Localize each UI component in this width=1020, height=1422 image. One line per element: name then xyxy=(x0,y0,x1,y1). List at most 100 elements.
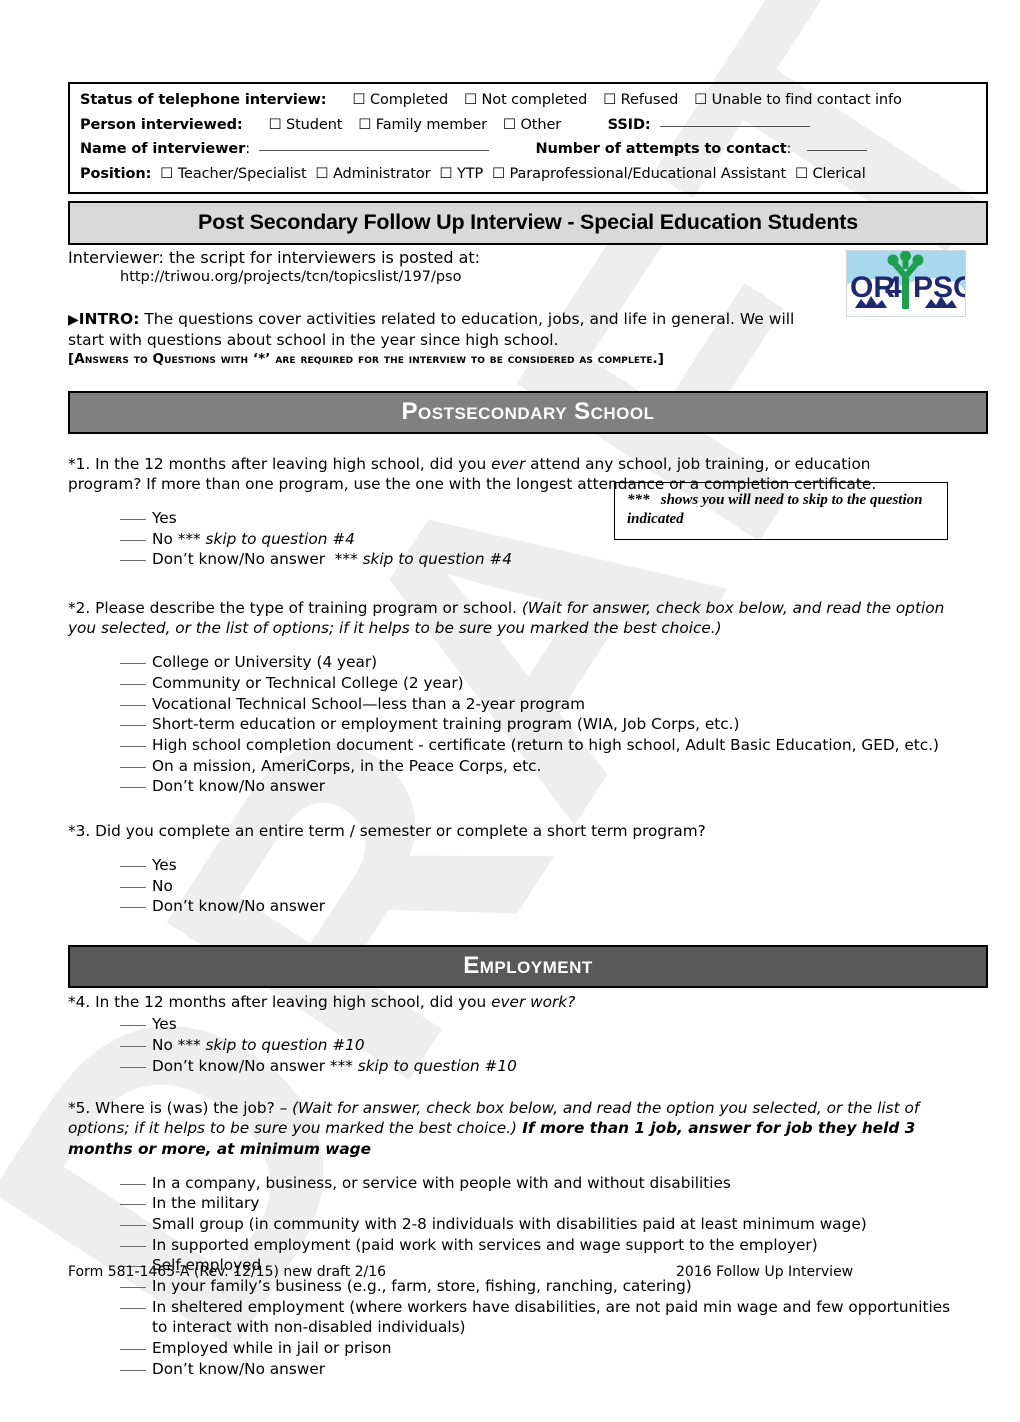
checkbox-icon[interactable]: ☐ xyxy=(492,166,505,182)
checkbox-icon[interactable]: ☐ xyxy=(694,92,707,108)
option-label: Vocational Technical School—less than a … xyxy=(152,694,585,713)
q4-text-emphasis: ever work? xyxy=(491,993,576,1012)
footer-form-number: Form 581-1465-A (Rev. 12/15) new draft 2… xyxy=(68,1264,387,1280)
checkbox-icon[interactable]: ☐ xyxy=(316,166,329,182)
position-option-administrator[interactable]: Administrator xyxy=(333,166,431,182)
option-row[interactable]: In supported employment (paid work with … xyxy=(120,1235,988,1256)
checkbox-icon[interactable]: ☐ xyxy=(795,166,808,182)
q2-text-pre: *2. Please describe the type of training… xyxy=(68,598,522,617)
option-row[interactable]: Vocational Technical School—less than a … xyxy=(120,694,988,715)
option-row[interactable]: High school completion document - certif… xyxy=(120,735,988,756)
option-label: Small group (in community with 2-8 indiv… xyxy=(152,1215,867,1234)
option-row[interactable]: Don’t know/No answer xyxy=(120,1359,988,1380)
answer-blank[interactable] xyxy=(120,519,146,521)
option-row[interactable]: No *** skip to question #10 xyxy=(120,1035,988,1056)
answer-blank[interactable] xyxy=(120,745,146,747)
answer-blank[interactable] xyxy=(120,704,146,706)
answer-blank[interactable] xyxy=(120,684,146,686)
required-answers-note: [Answers to Questions with ‘*’ are requi… xyxy=(68,350,665,367)
answer-blank[interactable] xyxy=(120,1307,146,1309)
status-option-unable[interactable]: Unable to find contact info xyxy=(712,92,902,108)
answer-blank[interactable] xyxy=(120,1369,146,1371)
answer-blank[interactable] xyxy=(120,1045,146,1047)
ssid-input[interactable] xyxy=(659,125,810,127)
answer-blank[interactable] xyxy=(120,787,146,789)
question-3-options: Yes No Don’t know/No answer xyxy=(68,855,988,917)
attempts-colon: : xyxy=(786,141,792,157)
option-label: Don’t know/No answer xyxy=(152,550,326,569)
position-option-paraprofessional[interactable]: Paraprofessional/Educational Assistant xyxy=(510,166,787,182)
checkbox-icon[interactable]: ☐ xyxy=(353,92,366,108)
option-row[interactable]: Short-term education or employment train… xyxy=(120,714,988,735)
position-option-clerical[interactable]: Clerical xyxy=(813,166,866,182)
checkbox-icon[interactable]: ☐ xyxy=(464,92,477,108)
checkbox-icon[interactable]: ☐ xyxy=(440,166,453,182)
attempts-label: Number of attempts to contact xyxy=(535,141,787,157)
answer-blank[interactable] xyxy=(120,663,146,665)
option-row[interactable]: Don’t know/No answer *** skip to questio… xyxy=(120,1056,988,1077)
answer-blank[interactable] xyxy=(120,1349,146,1351)
skip-legend-text: shows you will need to skip to the quest… xyxy=(627,491,923,528)
person-option-other[interactable]: Other xyxy=(520,117,561,133)
option-row[interactable]: In sheltered employment (where workers h… xyxy=(120,1297,988,1318)
option-row[interactable]: On a mission, AmeriCorps, in the Peace C… xyxy=(120,756,988,777)
question-3-text: *3. Did you complete an entire term / se… xyxy=(68,821,706,840)
status-row-position: Position: ☐ Teacher/Specialist ☐ Administr… xyxy=(80,164,976,185)
or4pso-logo-svg: OR 4 PSO xyxy=(847,251,965,316)
option-label: Yes xyxy=(152,509,177,528)
answer-blank[interactable] xyxy=(120,1204,146,1206)
option-row[interactable]: In the military xyxy=(120,1193,988,1214)
checkbox-icon[interactable]: ☐ xyxy=(160,166,173,182)
answer-blank[interactable] xyxy=(120,1183,146,1185)
triangle-right-icon: ▶ xyxy=(68,312,79,329)
answer-blank[interactable] xyxy=(120,1025,146,1027)
option-label: Don’t know/No answer xyxy=(152,1359,326,1378)
person-option-student[interactable]: Student xyxy=(286,117,342,133)
person-option-family[interactable]: Family member xyxy=(376,117,487,133)
option-label: Community or Technical College (2 year) xyxy=(152,674,464,693)
option-row[interactable]: Yes xyxy=(120,1014,988,1035)
position-option-ytp[interactable]: YTP xyxy=(457,166,483,182)
question-1: *1. In the 12 months after leaving high … xyxy=(68,454,988,570)
status-option-not-completed[interactable]: Not completed xyxy=(482,92,588,108)
option-row[interactable]: Don’t know/No answer *** skip to questio… xyxy=(120,549,988,570)
question-2-text: *2. Please describe the type of training… xyxy=(68,598,948,638)
section-header-postsecondary-school: Postsecondary School xyxy=(68,390,988,434)
status-option-refused[interactable]: Refused xyxy=(621,92,679,108)
position-option-teacher[interactable]: Teacher/Specialist xyxy=(178,166,307,182)
answer-blank[interactable] xyxy=(120,1066,146,1068)
option-row[interactable]: Employed while in jail or prison xyxy=(120,1338,988,1359)
position-label: Position: xyxy=(80,165,152,182)
status-option-completed[interactable]: Completed xyxy=(370,92,448,108)
answer-blank[interactable] xyxy=(120,866,146,868)
checkbox-icon[interactable]: ☐ xyxy=(603,92,616,108)
checkbox-icon[interactable]: ☐ xyxy=(358,117,371,133)
attempts-input[interactable] xyxy=(807,150,868,151)
interviewer-name-input[interactable] xyxy=(258,150,489,151)
option-row[interactable]: No xyxy=(120,876,988,897)
answer-blank[interactable] xyxy=(120,1245,146,1247)
form-title-bar: Post Secondary Follow Up Interview - Spe… xyxy=(68,201,988,245)
answer-blank[interactable] xyxy=(120,539,146,541)
option-row[interactable]: Small group (in community with 2-8 indiv… xyxy=(120,1214,988,1235)
answer-blank[interactable] xyxy=(120,725,146,727)
question-4-options: Yes No *** skip to question #10 Don’t kn… xyxy=(68,1014,988,1076)
answer-blank[interactable] xyxy=(120,560,146,562)
option-row[interactable]: Don’t know/No answer xyxy=(120,776,988,797)
checkbox-icon[interactable]: ☐ xyxy=(269,117,282,133)
answer-blank[interactable] xyxy=(120,766,146,768)
answer-blank[interactable] xyxy=(120,1225,146,1227)
option-row[interactable]: Don’t know/No answer xyxy=(120,896,988,917)
option-row[interactable]: Community or Technical College (2 year) xyxy=(120,673,988,694)
checkbox-icon[interactable]: ☐ xyxy=(503,117,516,133)
question-5: *5. Where is (was) the job? – (Wait for … xyxy=(68,1098,988,1379)
option-label: In the military xyxy=(152,1194,260,1213)
option-row[interactable]: In a company, business, or service with … xyxy=(120,1173,988,1194)
option-label: Don’t know/No answer xyxy=(152,777,326,796)
option-row[interactable]: College or University (4 year) xyxy=(120,652,988,673)
answer-blank[interactable] xyxy=(120,886,146,888)
option-row[interactable]: Yes xyxy=(120,855,988,876)
answer-blank[interactable] xyxy=(120,1287,146,1289)
option-label: In sheltered employment (where workers h… xyxy=(152,1297,951,1316)
answer-blank[interactable] xyxy=(120,907,146,909)
